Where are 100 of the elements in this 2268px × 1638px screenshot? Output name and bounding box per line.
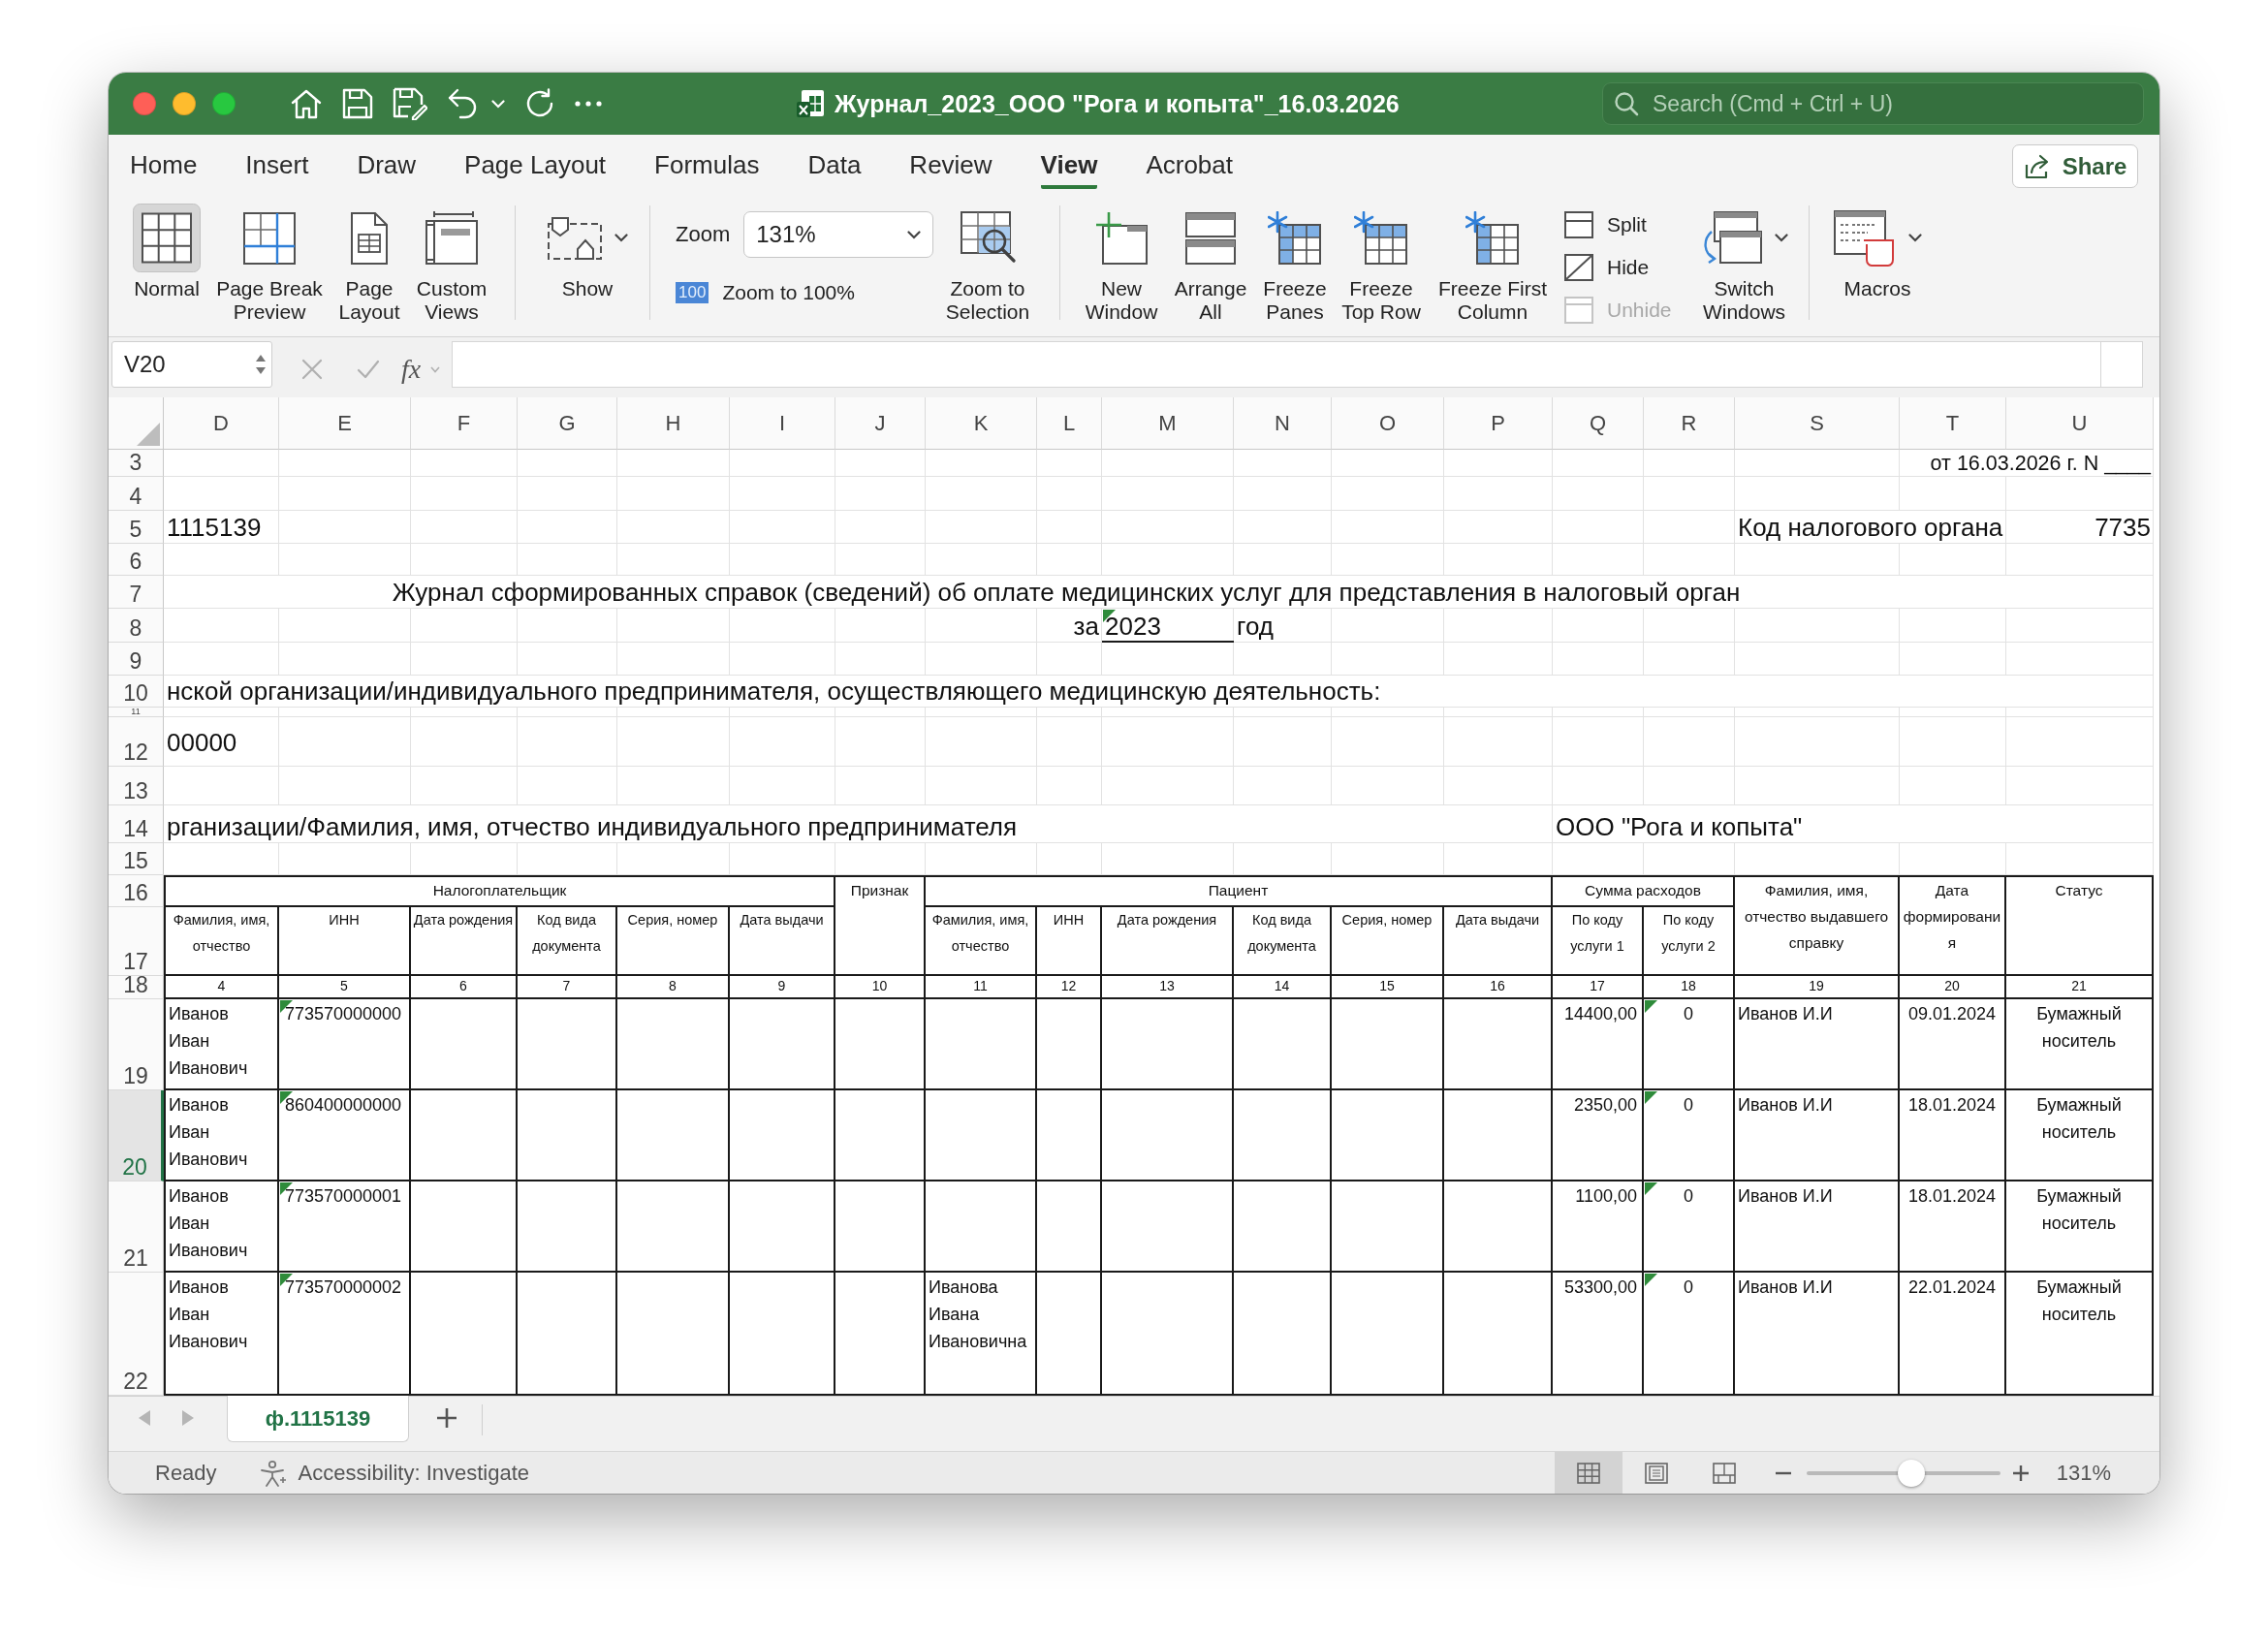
row-header[interactable]: 20: [109, 1090, 164, 1181]
page-break-preview-button[interactable]: Page Break Preview: [215, 204, 324, 324]
row-header[interactable]: 14: [109, 805, 164, 843]
ribbon-tab[interactable]: Acrobat: [1146, 144, 1233, 189]
row-header[interactable]: 4: [109, 477, 164, 511]
page-layout-button[interactable]: Page Layout: [324, 204, 415, 324]
close-button[interactable]: [133, 92, 156, 115]
freeze-top-row-button[interactable]: Freeze Top Row: [1334, 204, 1429, 324]
right-triangle-icon[interactable]: [182, 1410, 194, 1426]
row-header[interactable]: 6: [109, 544, 164, 576]
ribbon-tab[interactable]: Review: [909, 144, 992, 189]
ribbon-tab[interactable]: Formulas: [654, 144, 760, 189]
maximize-button[interactable]: [212, 92, 236, 115]
document-number: от 16.03.2026 г. N ____: [1930, 452, 2151, 475]
row-header[interactable]: 9: [109, 643, 164, 676]
macros-button[interactable]: Macros: [1824, 204, 1931, 300]
row-header[interactable]: 5: [109, 511, 164, 544]
column-header[interactable]: K: [926, 397, 1037, 450]
column-heading: ИНН: [329, 911, 360, 929]
column-header[interactable]: I: [730, 397, 835, 450]
hide-button[interactable]: Hide: [1557, 246, 1650, 289]
row-header[interactable]: 3: [109, 450, 164, 477]
split-button[interactable]: Split: [1557, 204, 1647, 246]
row-header[interactable]: 18: [109, 976, 164, 999]
column-header[interactable]: T: [1900, 397, 2006, 450]
cancel-icon[interactable]: [301, 359, 323, 380]
row-header[interactable]: 17: [109, 907, 164, 976]
row-header[interactable]: 10: [109, 676, 164, 708]
caret-icon: [1774, 234, 1788, 242]
row-header[interactable]: 21: [109, 1181, 164, 1273]
sheet-tab[interactable]: ф.1115139: [227, 1396, 409, 1442]
home-icon[interactable]: [290, 88, 323, 119]
circular-arrow-icon[interactable]: [524, 88, 555, 119]
ribbon-tab[interactable]: Data: [807, 144, 862, 189]
check-icon[interactable]: [357, 360, 380, 379]
normal-view-button[interactable]: [1554, 1452, 1622, 1494]
zoom-label: Zoom: [676, 222, 731, 247]
left-triangle-icon[interactable]: [139, 1410, 150, 1426]
save-pencil-icon[interactable]: [393, 87, 427, 120]
row-header[interactable]: 16: [109, 875, 164, 907]
name-box[interactable]: V20: [111, 341, 272, 388]
share-button[interactable]: Share: [2012, 144, 2138, 188]
ribbon-tab[interactable]: Page Layout: [464, 144, 607, 189]
freeze-first-column-button[interactable]: Freeze First Column: [1429, 204, 1557, 324]
zoom-dropdown[interactable]: 131%: [743, 211, 934, 258]
formula-field[interactable]: [452, 341, 2102, 388]
custom-views-button[interactable]: Custom Views: [415, 204, 488, 324]
normal-view-button[interactable]: Normal: [118, 204, 215, 300]
ribbon-tab[interactable]: Insert: [245, 144, 309, 189]
insert-function-button[interactable]: fx: [401, 354, 422, 385]
row-header[interactable]: 7: [109, 576, 164, 609]
period-label: год: [1237, 612, 1274, 641]
zoom-to-100-button[interactable]: 100 Zoom to 100%: [676, 281, 855, 304]
arrange-all-button[interactable]: Arrange All: [1165, 204, 1256, 324]
minimize-button[interactable]: [173, 92, 196, 115]
column-number: 9: [777, 977, 786, 995]
row-header[interactable]: 15: [109, 843, 164, 875]
ribbon-tab[interactable]: Home: [130, 144, 198, 189]
add-sheet-button[interactable]: [436, 1407, 457, 1429]
freeze-panes-button[interactable]: Freeze Panes: [1256, 204, 1334, 324]
column-header[interactable]: G: [518, 397, 617, 450]
caret-icon[interactable]: [491, 99, 505, 109]
column-header[interactable]: P: [1444, 397, 1553, 450]
row-header[interactable]: 11: [109, 708, 164, 717]
undo-icon[interactable]: [447, 87, 478, 120]
date: 18.01.2024: [1907, 1094, 1997, 1117]
column-header[interactable]: R: [1644, 397, 1735, 450]
ribbon-tab[interactable]: Draw: [357, 144, 417, 189]
column-header[interactable]: U: [2006, 397, 2154, 450]
column-header[interactable]: Q: [1553, 397, 1644, 450]
column-header[interactable]: J: [835, 397, 926, 450]
accessibility-button[interactable]: Accessibility: Investigate: [259, 1459, 530, 1487]
slider-thumb[interactable]: [1897, 1459, 1925, 1487]
search-field[interactable]: Search (Cmd + Ctrl + U): [1602, 82, 2144, 125]
column-header[interactable]: O: [1332, 397, 1444, 450]
row-header[interactable]: 12: [109, 717, 164, 767]
show-button[interactable]: Show: [542, 204, 633, 300]
column-header[interactable]: F: [411, 397, 518, 450]
triangle-icon: [137, 423, 160, 446]
row-header[interactable]: 19: [109, 999, 164, 1090]
column-header[interactable]: S: [1735, 397, 1900, 450]
column-header[interactable]: D: [164, 397, 279, 450]
select-all-button[interactable]: [109, 397, 164, 450]
ribbon-tab[interactable]: View: [1040, 144, 1098, 189]
column-header[interactable]: N: [1234, 397, 1332, 450]
column-header[interactable]: M: [1102, 397, 1234, 450]
zoom-out-icon[interactable]: [1775, 1470, 1791, 1475]
formula-bar-toggle[interactable]: [2101, 341, 2144, 388]
column-header[interactable]: E: [279, 397, 411, 450]
row-header[interactable]: 8: [109, 609, 164, 643]
more-icon[interactable]: [575, 101, 602, 107]
column-header[interactable]: L: [1037, 397, 1102, 450]
new-window-button[interactable]: New Window: [1078, 204, 1165, 324]
row-header[interactable]: 13: [109, 767, 164, 805]
column-header[interactable]: H: [617, 397, 730, 450]
row-header[interactable]: 22: [109, 1273, 164, 1396]
switch-windows-button[interactable]: Switch Windows: [1688, 204, 1800, 324]
zoom-to-selection-button[interactable]: Zoom to Selection: [934, 204, 1041, 324]
zoom-in-icon[interactable]: [2012, 1465, 2029, 1481]
save-icon[interactable]: [342, 88, 373, 119]
